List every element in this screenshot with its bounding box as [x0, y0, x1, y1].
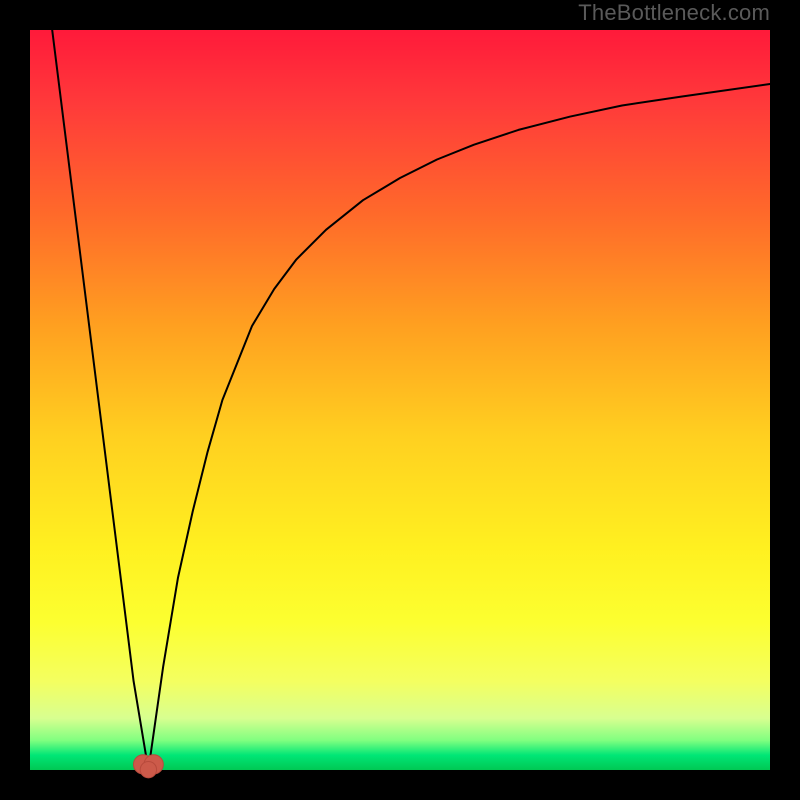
curve-svg	[30, 30, 770, 770]
plot-area	[30, 30, 770, 770]
minimum-marker	[133, 755, 163, 778]
right-branch-curve	[148, 84, 770, 770]
watermark-text: TheBottleneck.com	[578, 0, 770, 26]
left-branch-curve	[52, 30, 148, 770]
chart-outer-frame: TheBottleneck.com	[0, 0, 800, 800]
